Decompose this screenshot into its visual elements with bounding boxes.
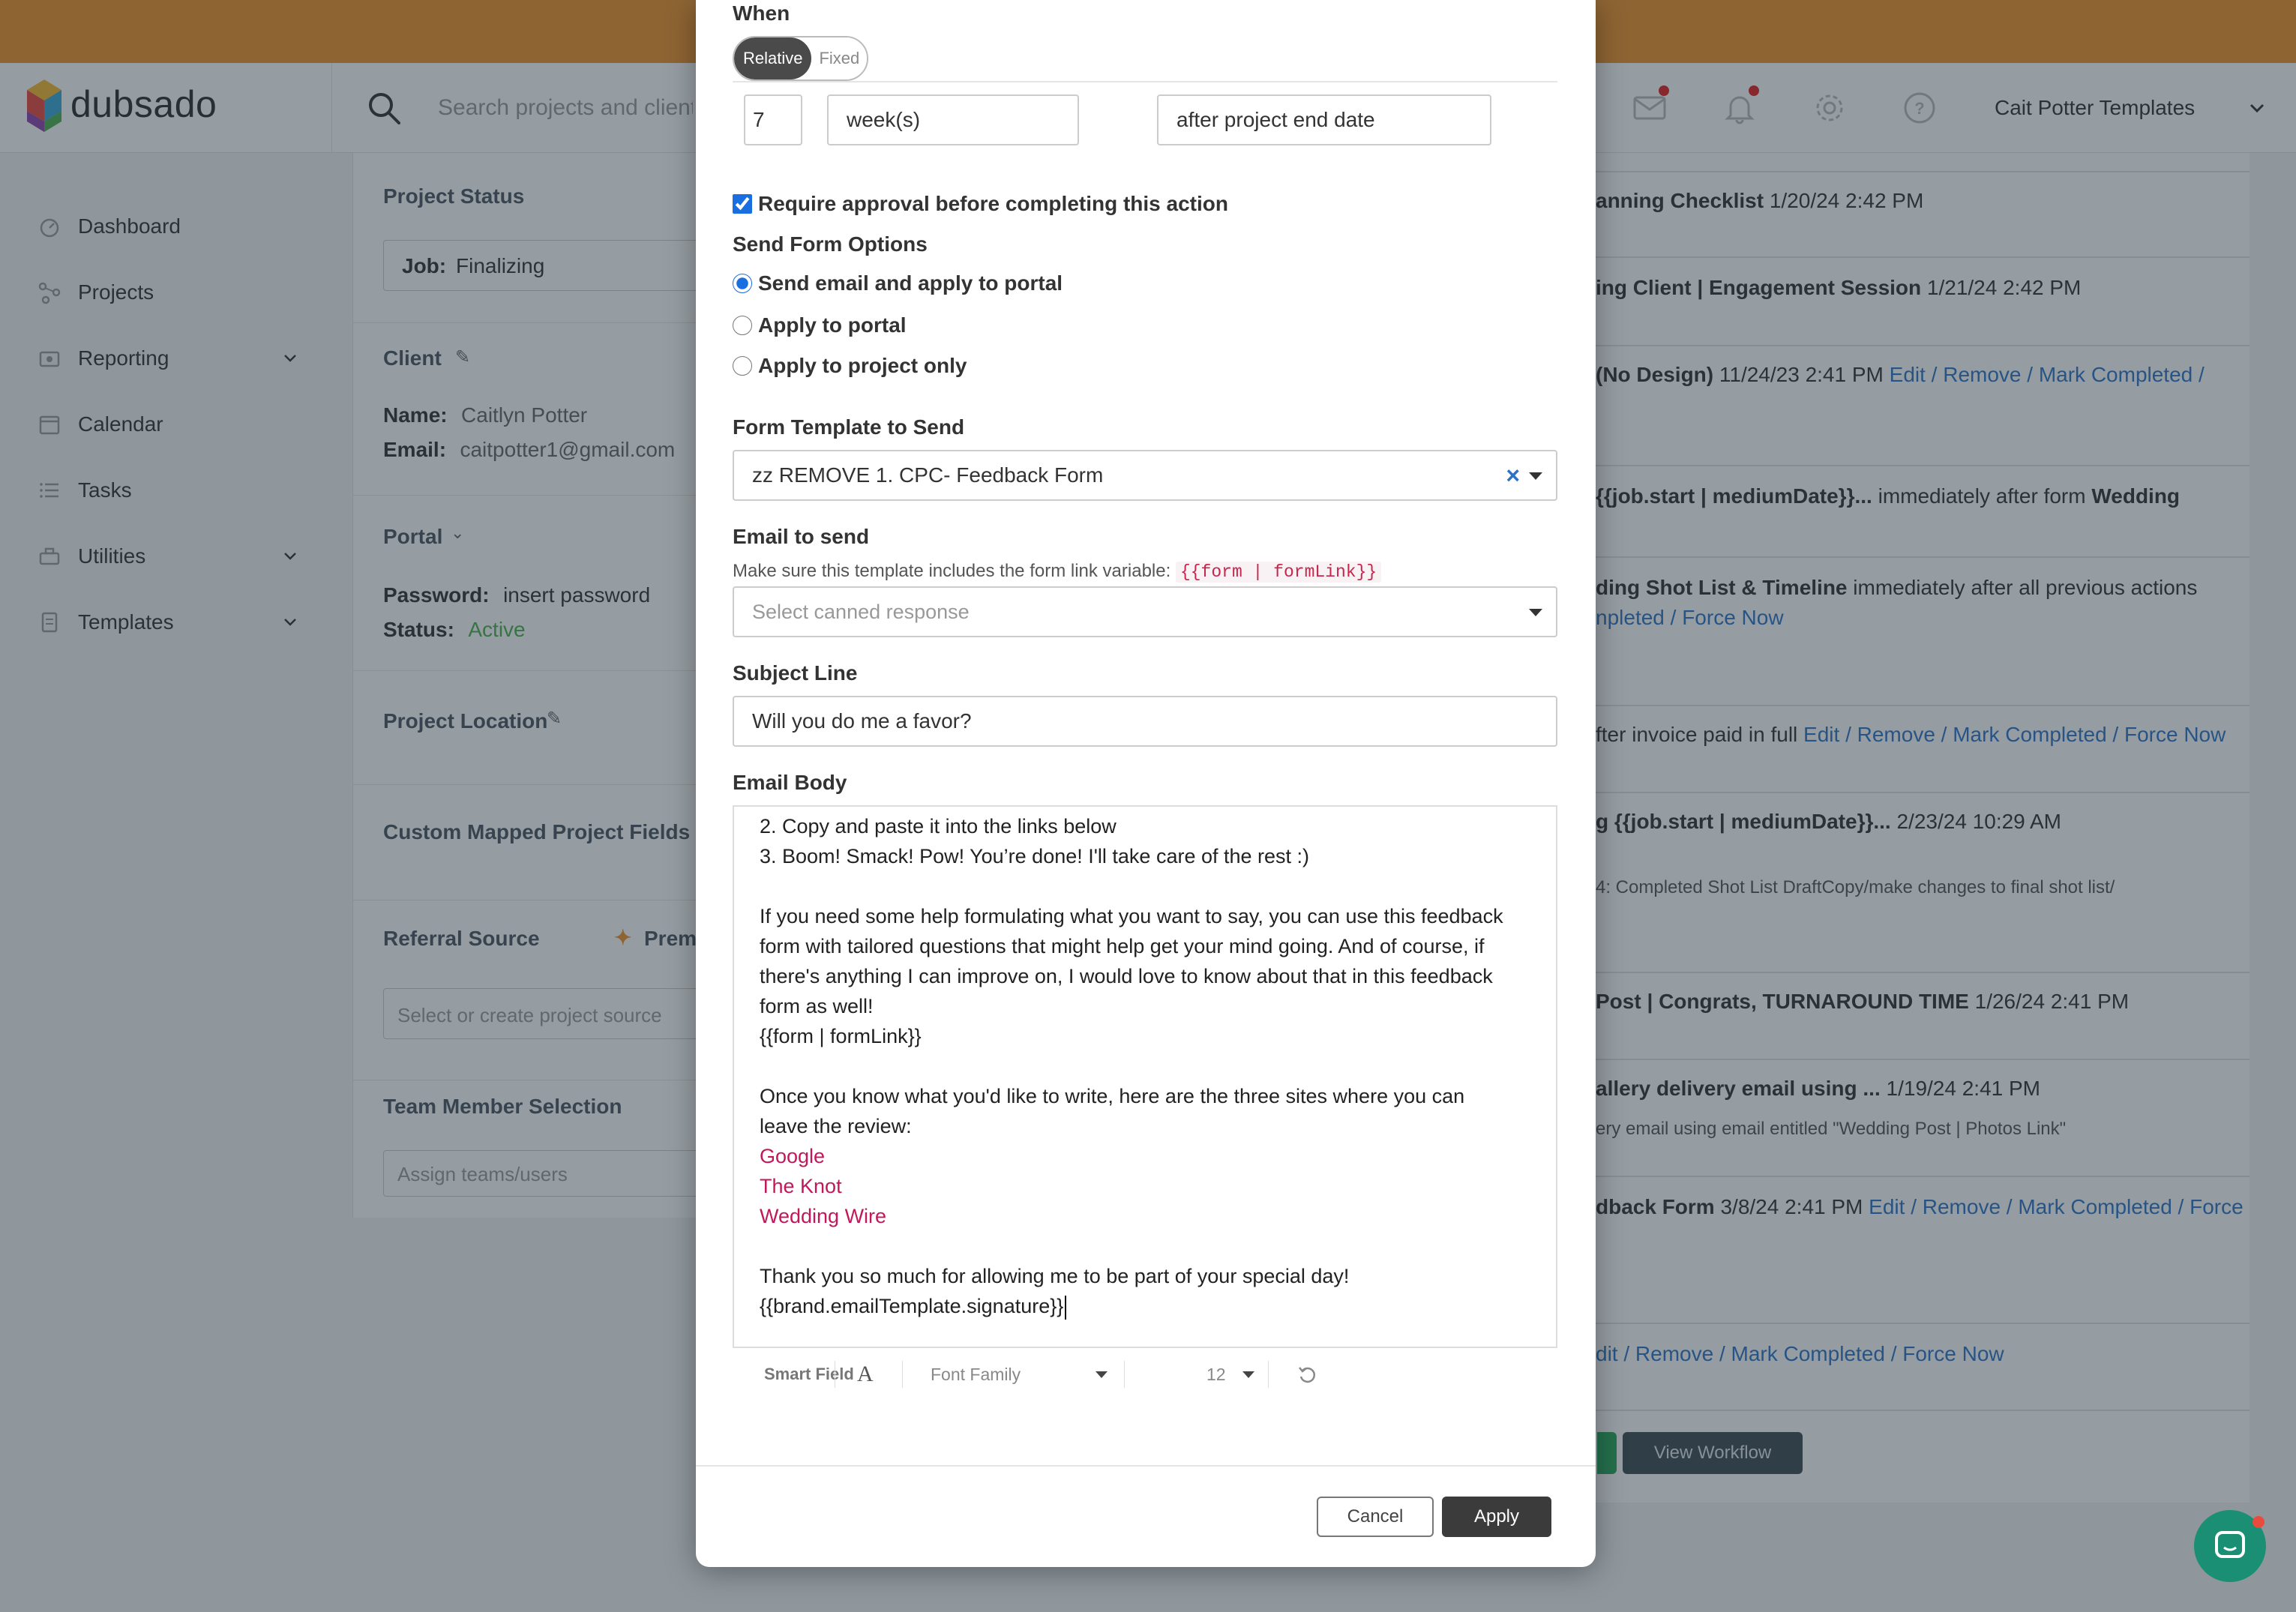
apply-button[interactable]: Apply xyxy=(1442,1497,1551,1537)
unit-select[interactable]: week(s) xyxy=(827,94,1079,145)
when-label: When xyxy=(733,1,790,25)
apply-portal-radio[interactable] xyxy=(733,316,752,335)
radio-apply-portal-row[interactable]: Apply to portal xyxy=(733,313,907,337)
form-template-label: Form Template to Send xyxy=(733,415,965,439)
modal-footer-divider xyxy=(696,1465,1596,1467)
timing-toggle: Relative Fixed xyxy=(733,36,869,81)
form-link-variable: {{form | formLink}} xyxy=(1175,562,1382,583)
font-size-select[interactable]: 12 xyxy=(1206,1365,1226,1385)
toolbar-separator xyxy=(1124,1361,1125,1388)
google-link[interactable]: Google xyxy=(760,1141,825,1171)
relative-toggle-button[interactable]: Relative xyxy=(734,37,812,79)
undo-icon[interactable] xyxy=(1296,1363,1319,1386)
smart-field-button[interactable]: Smart Field xyxy=(764,1365,854,1384)
body-line: 2. Copy and paste it into the links belo… xyxy=(760,815,1117,837)
radio-label: Send email and apply to portal xyxy=(758,271,1063,295)
font-color-icon[interactable]: A xyxy=(857,1362,874,1387)
require-approval-checkbox[interactable] xyxy=(733,194,752,214)
editor-toolbar: Smart Field A Font Family 12 xyxy=(733,1348,1557,1401)
subject-line-label: Subject Line xyxy=(733,661,858,685)
signature-variable: {{brand.emailTemplate.signature}} xyxy=(760,1295,1064,1317)
caret-down-icon[interactable] xyxy=(1529,472,1542,480)
email-to-send-label: Email to send xyxy=(733,525,870,548)
body-signature-line: {{brand.emailTemplate.signature}} xyxy=(760,1291,1067,1321)
chat-icon xyxy=(2215,1531,2245,1558)
wedding-wire-link[interactable]: Wedding Wire xyxy=(760,1201,886,1231)
fixed-toggle-button[interactable]: Fixed xyxy=(811,37,868,79)
body-line: leave the review: xyxy=(760,1115,912,1137)
body-line: If you need some help formulating what y… xyxy=(760,905,1503,927)
body-line: Once you know what you'd like to write, … xyxy=(760,1085,1465,1107)
email-help-label: Make sure this template includes the for… xyxy=(733,561,1176,581)
font-family-select[interactable]: Font Family xyxy=(931,1365,1021,1385)
require-approval-label: Require approval before completing this … xyxy=(758,192,1228,215)
cancel-button[interactable]: Cancel xyxy=(1317,1497,1434,1537)
trigger-select[interactable]: after project end date xyxy=(1157,94,1491,145)
radio-label: Apply to project only xyxy=(758,354,967,377)
radio-apply-project-row[interactable]: Apply to project only xyxy=(733,354,967,378)
form-template-select[interactable]: zz REMOVE 1. CPC- Feedback Form × xyxy=(733,450,1557,501)
email-help-text: Make sure this template includes the for… xyxy=(733,561,1382,583)
text-cursor xyxy=(1065,1295,1067,1320)
body-line: Thank you so much for allowing me to be … xyxy=(760,1265,1350,1287)
subject-line-input[interactable]: Will you do me a favor? xyxy=(733,696,1557,747)
toolbar-separator xyxy=(902,1361,903,1388)
radio-label: Apply to portal xyxy=(758,313,907,337)
email-body-editor[interactable]: 2. Copy and paste it into the links belo… xyxy=(733,807,1557,1348)
body-line: form with tailored questions that might … xyxy=(760,935,1485,957)
caret-down-icon[interactable] xyxy=(1096,1371,1108,1378)
chat-notification-dot xyxy=(2253,1516,2265,1528)
send-form-options-label: Send Form Options xyxy=(733,232,928,256)
body-line: there's anything I can improve on, I wou… xyxy=(760,965,1493,987)
radio-send-email-row[interactable]: Send email and apply to portal xyxy=(733,271,1063,295)
send-email-radio[interactable] xyxy=(733,274,752,293)
canned-response-placeholder: Select canned response xyxy=(752,600,970,623)
divider xyxy=(733,81,1557,82)
canned-response-select[interactable]: Select canned response xyxy=(733,586,1557,637)
caret-down-icon[interactable] xyxy=(1242,1371,1254,1378)
email-body-label: Email Body xyxy=(733,771,847,794)
workflow-action-modal: When Relative Fixed 7 week(s) after proj… xyxy=(696,0,1596,1567)
apply-project-radio[interactable] xyxy=(733,356,752,376)
clear-icon[interactable]: × xyxy=(1506,462,1520,490)
body-line: 3. Boom! Smack! Pow! You’re done! I'll t… xyxy=(760,845,1310,867)
amount-input[interactable]: 7 xyxy=(744,94,802,145)
require-approval-row[interactable]: Require approval before completing this … xyxy=(733,192,1228,216)
caret-down-icon[interactable] xyxy=(1529,609,1542,616)
toolbar-separator xyxy=(1268,1361,1269,1388)
body-line: form as well! xyxy=(760,995,874,1017)
form-template-value: zz REMOVE 1. CPC- Feedback Form xyxy=(752,463,1104,487)
body-line: {{form | formLink}} xyxy=(760,1025,922,1047)
the-knot-link[interactable]: The Knot xyxy=(760,1171,842,1201)
